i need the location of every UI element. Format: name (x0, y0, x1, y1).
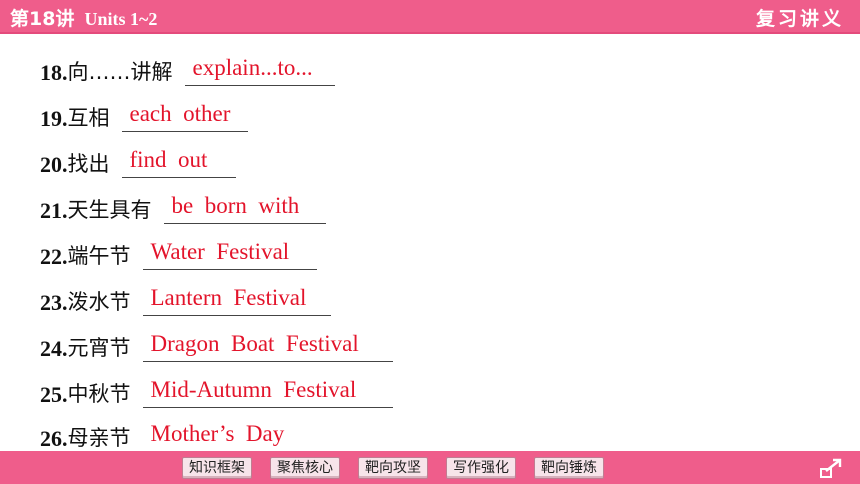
item-answer: find out (129, 147, 208, 172)
answer-blank: Water Festival (142, 237, 317, 270)
item-chinese: 找出 (67, 152, 110, 176)
list-item: 21. 天生具有 be born with (40, 184, 326, 224)
units-label: Units 1~2 (84, 9, 158, 29)
item-number: 19. (40, 106, 68, 131)
handout-title: 复习讲义 (755, 8, 844, 30)
item-number: 21. (40, 198, 68, 223)
item-number: 22. (40, 244, 68, 269)
item-number: 24. (40, 336, 68, 361)
list-item: 24. 元宵节 Dragon Boat Festival (40, 322, 393, 362)
list-item: 25. 中秋节 Mid-Autumn Festival (40, 368, 393, 408)
item-number: 25. (40, 382, 68, 407)
list-item: 26. 母亲节 Mother’s Day (40, 412, 305, 452)
answer-blank: explain...to... (184, 53, 335, 86)
item-answer: Lantern Festival (150, 285, 307, 310)
nav-button-framework[interactable]: 知识框架 (182, 457, 252, 479)
item-chinese: 互相 (67, 106, 110, 130)
item-number: 26. (40, 426, 68, 451)
list-item: 20. 找出 find out (40, 138, 236, 178)
item-chinese: 向……讲解 (67, 60, 173, 84)
answer-blank: Dragon Boat Festival (142, 329, 393, 362)
answer-blank: Mother’s Day (142, 419, 305, 452)
item-chinese: 母亲节 (67, 426, 131, 450)
item-answer: Dragon Boat Festival (150, 331, 359, 356)
nav-button-targeted[interactable]: 靶向攻坚 (358, 457, 428, 479)
item-chinese: 元宵节 (67, 336, 131, 360)
header-bar: 第18讲 Units 1~2 复习讲义 (0, 0, 860, 34)
nav-button-core[interactable]: 聚焦核心 (270, 457, 340, 479)
answer-blank: Mid-Autumn Festival (142, 375, 393, 408)
answer-blank: be born with (163, 191, 326, 224)
answer-blank: Lantern Festival (142, 283, 331, 316)
list-item: 22. 端午节 Water Festival (40, 230, 317, 270)
answer-blank: find out (121, 145, 236, 178)
item-answer: Water Festival (150, 239, 290, 264)
list-item: 23. 泼水节 Lantern Festival (40, 276, 331, 316)
item-answer: Mother’s Day (150, 421, 285, 446)
nav-button-practice[interactable]: 靶向锤炼 (534, 457, 604, 479)
list-item: 19. 互相 each other (40, 92, 248, 132)
item-number: 20. (40, 152, 68, 177)
item-answer: be born with (171, 193, 300, 218)
item-number: 23. (40, 290, 68, 315)
return-arrow-icon[interactable] (820, 457, 844, 479)
item-chinese: 天生具有 (67, 198, 152, 222)
lesson-number: 第18讲 (10, 8, 75, 30)
list-item: 18. 向……讲解 explain...to... (40, 46, 335, 86)
footer-nav: 知识框架 聚焦核心 靶向攻坚 写作强化 靶向锤炼 (182, 457, 604, 479)
nav-button-writing[interactable]: 写作强化 (446, 457, 516, 479)
lesson-title: 第18讲 Units 1~2 (10, 4, 157, 31)
item-number: 18. (40, 60, 68, 85)
footer-bar: 知识框架 聚焦核心 靶向攻坚 写作强化 靶向锤炼 (0, 451, 860, 484)
item-answer: explain...to... (192, 55, 313, 80)
item-chinese: 端午节 (67, 244, 131, 268)
item-chinese: 中秋节 (67, 382, 131, 406)
answer-blank: each other (121, 99, 248, 132)
item-answer: Mid-Autumn Festival (150, 377, 357, 402)
item-chinese: 泼水节 (67, 290, 131, 314)
item-answer: each other (129, 101, 231, 126)
